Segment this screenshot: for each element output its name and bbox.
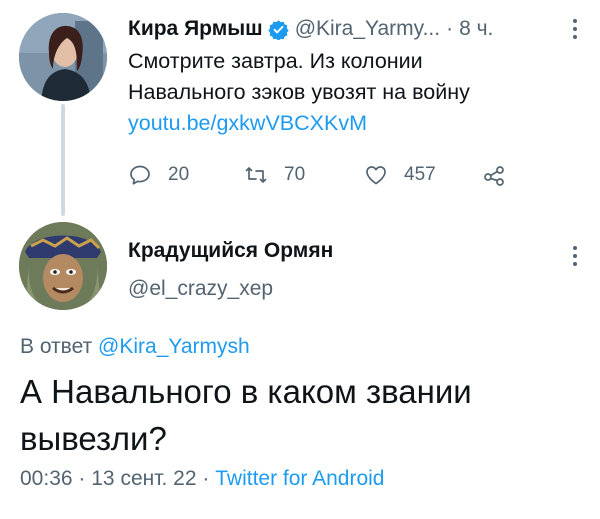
reply-icon [130,165,150,185]
tweet-header: Кира Ярмыш @Kira_Yarmy... · 8 ч. [128,14,588,44]
tweet-text-line: Смотрите завтра. Из колонии [128,49,423,73]
separator: · [78,467,86,490]
tweet-text: А Навального в каком звании вывезли? [20,368,580,462]
tweet-time[interactable]: 8 ч. [459,17,493,41]
like-button[interactable]: 457 [364,158,436,192]
author-name[interactable]: Крадущийся Ормян [128,239,333,263]
retweet-button[interactable]: 70 [244,158,305,192]
reply-button[interactable]: 20 [128,158,189,192]
retweet-count: 70 [284,164,306,185]
author-handle[interactable]: @el_crazy_xep [128,277,273,301]
tweet-actions: 20 70 457 [128,158,548,192]
separator: · [202,467,210,490]
author-handle[interactable]: @Kira_Yarmy... [295,17,440,41]
more-icon[interactable] [568,16,582,42]
more-icon[interactable] [568,243,582,269]
tweet-source[interactable]: Twitter for Android [215,467,384,490]
separator: · [446,17,454,40]
share-icon [484,166,504,186]
reply-prefix: В ответ [20,335,93,358]
reply-mention[interactable]: @Kira_Yarmysh [98,335,250,358]
tweet-text-line: вывезли? [20,420,167,457]
share-button[interactable] [482,158,522,192]
tweet-link[interactable]: youtu.be/gxkwVBCXKvM [128,108,568,139]
avatar-image [19,13,107,101]
author-name[interactable]: Кира Ярмыш [128,17,263,41]
retweet-icon [245,167,267,183]
like-icon [366,166,386,185]
tweet-text: Смотрите завтра. Из колонии Навального з… [128,46,568,139]
tweet-meta: 00:36 · 13 сент. 22 · Twitter for Androi… [20,467,384,491]
avatar[interactable] [19,13,107,101]
avatar-image [19,222,107,310]
tweet-time[interactable]: 00:36 [20,467,73,490]
tweet-text-line: А Навального в каком звании [20,373,472,410]
reply-context: В ответ @Kira_Yarmysh [20,335,250,359]
verified-icon [268,19,289,41]
tweet-date[interactable]: 13 сент. 22 [91,467,196,490]
tweet-text-line: Навального зэков увозят на войну [128,80,470,104]
like-count: 457 [404,164,436,185]
reply-count: 20 [168,164,190,185]
thread-line [61,104,65,216]
avatar[interactable] [19,222,107,310]
